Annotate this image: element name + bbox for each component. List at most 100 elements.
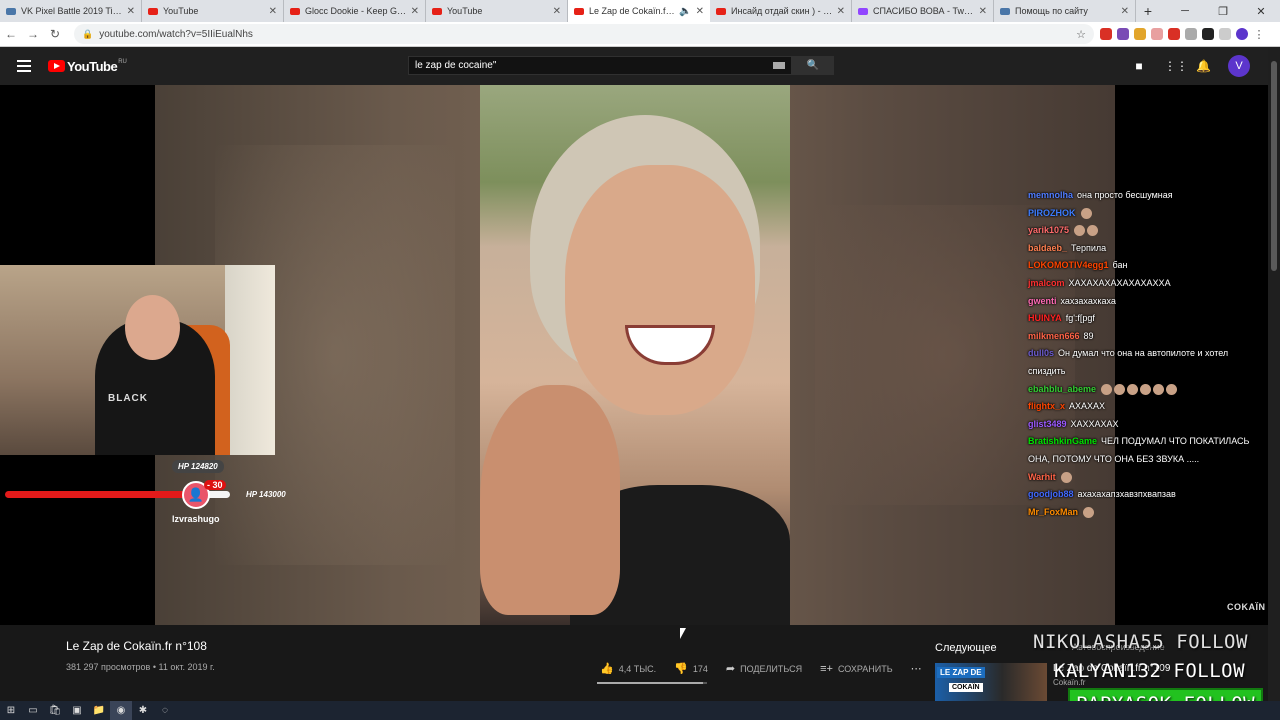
chat-username: ebahblu_abeme: [1028, 383, 1097, 394]
follow-alert: NIKOLASHA55 FOLLOW: [1033, 631, 1248, 653]
scrollbar-thumb[interactable]: [1271, 61, 1277, 271]
page-scrollbar[interactable]: [1268, 47, 1280, 707]
extensions-area: ⋮: [1100, 28, 1265, 41]
share-button[interactable]: ➦ ПОДЕЛИТЬСЯ: [726, 662, 802, 675]
emote-icon: [1114, 383, 1126, 395]
extension-icon[interactable]: [1134, 28, 1146, 40]
browser-tab-strip: VK Pixel Battle 2019 Timela ✕ YouTube ✕ Gl…: [0, 0, 1280, 22]
tab-2[interactable]: Glocc Dookie - Keep Going ✕: [284, 0, 426, 22]
tab-0[interactable]: VK Pixel Battle 2019 Timela ✕: [0, 0, 142, 22]
close-icon[interactable]: ✕: [127, 6, 135, 17]
youtube-favicon-icon: [148, 7, 158, 15]
chat-username: Mr_FoxMan: [1028, 506, 1079, 517]
youtube-logo[interactable]: YouTube RU: [48, 59, 127, 74]
notifications-bell-icon[interactable]: 🔔: [1196, 59, 1211, 73]
more-actions-button[interactable]: ⋯: [911, 662, 927, 675]
lock-icon[interactable]: 🔒: [82, 29, 93, 40]
bookmark-star-icon[interactable]: ☆: [1076, 28, 1086, 41]
url-field[interactable]: 🔒 youtube.com/watch?v=5IIiEualNhs ☆: [74, 24, 1094, 44]
share-icon: ➦: [725, 663, 736, 675]
close-icon[interactable]: ✕: [979, 6, 987, 17]
chat-username: milkmen666: [1028, 330, 1080, 341]
hp-bar-fill: [5, 491, 205, 498]
chat-username: yarik1075: [1028, 225, 1070, 236]
tab-label: YouTube: [163, 6, 199, 16]
keyboard-icon[interactable]: [773, 62, 785, 69]
extension-icon[interactable]: [1185, 28, 1197, 40]
search-button[interactable]: 🔍: [792, 56, 834, 75]
extension-icon[interactable]: [1117, 28, 1129, 40]
task-view-icon[interactable]: ▭: [22, 701, 44, 720]
chat-overlay: memnolha она просто бесшумная PIROZHOK yari…: [1028, 187, 1268, 521]
menu-kebab-icon[interactable]: ⋮: [1253, 28, 1265, 41]
thumbs-down-icon: 👎: [674, 663, 688, 675]
close-icon[interactable]: ✕: [1121, 6, 1129, 17]
minimize-icon[interactable]: ─: [1166, 0, 1204, 22]
create-video-icon[interactable]: ■: [1132, 59, 1146, 73]
emote-icon: [1153, 383, 1165, 395]
new-tab-button[interactable]: +: [1136, 0, 1160, 22]
like-button[interactable]: 👍 4,4 ТЫС.: [600, 662, 656, 675]
start-icon[interactable]: ⊞: [0, 701, 22, 720]
video-content: [565, 165, 755, 415]
chat-message: gwenti хахзахахкаха: [1028, 293, 1268, 311]
youtube-play-icon: [48, 60, 65, 72]
tab-1[interactable]: YouTube ✕: [142, 0, 284, 22]
video-meta: 381 297 просмотров • 11 окт. 2019 г.: [66, 662, 215, 672]
close-window-icon[interactable]: ✕: [1242, 0, 1280, 22]
up-next-thumbnail[interactable]: LE ZAP DE COKAÏN: [935, 663, 1047, 701]
tab-4-active[interactable]: Le Zap de Cokaïn.fr n°1 🔈 ✕: [568, 0, 710, 22]
app-icon[interactable]: ✱: [132, 701, 154, 720]
extension-icon[interactable]: [1168, 28, 1180, 40]
windows-taskbar: ⊞ ▭ 🛍 ▣ 📁 ◉ ✱ ◌: [0, 701, 1280, 720]
forward-icon[interactable]: →: [22, 23, 44, 45]
account-avatar[interactable]: V: [1228, 55, 1250, 77]
youtube-favicon-icon: [716, 7, 726, 15]
dislike-button[interactable]: 👎 174: [674, 662, 708, 675]
file-explorer-icon[interactable]: 📁: [88, 701, 110, 720]
header-actions: ■ ⋮⋮ 🔔 V: [1132, 55, 1250, 77]
follow-alert: KALYAN132 FOLLOW: [1054, 660, 1246, 682]
close-icon[interactable]: ✕: [696, 6, 704, 17]
chat-message: jmalcom ХАХАХАХАХАХАХАХХА: [1028, 275, 1268, 293]
speaker-icon[interactable]: 🔈: [679, 6, 691, 17]
like-ratio-fill: [597, 682, 703, 684]
search-input[interactable]: le zap de cocaine": [408, 56, 792, 75]
app-icon[interactable]: ◌: [154, 701, 176, 720]
webcam-shirt-text: BLACK: [108, 393, 148, 404]
profile-avatar-icon[interactable]: [1236, 28, 1248, 40]
tab-3[interactable]: YouTube ✕: [426, 0, 568, 22]
extension-icon[interactable]: [1151, 28, 1163, 40]
extension-icon[interactable]: [1100, 28, 1112, 40]
restore-icon[interactable]: ❐: [1204, 0, 1242, 22]
hamburger-menu-icon[interactable]: [17, 60, 31, 72]
video-actions: 👍 4,4 ТЫС. 👎 174 ➦ ПОДЕЛИТЬСЯ ≡+ СОХРАНИТЬ ⋯: [600, 662, 945, 676]
close-icon[interactable]: ✕: [553, 6, 561, 17]
streamer-webcam: BLACK: [0, 265, 275, 455]
close-icon[interactable]: ✕: [837, 6, 845, 17]
tab-7[interactable]: Помощь по сайту ✕: [994, 0, 1136, 22]
chat-username: baldaeb_: [1028, 242, 1068, 253]
url-text: youtube.com/watch?v=5IIiEualNhs: [99, 28, 253, 40]
back-icon[interactable]: ←: [0, 23, 22, 45]
apps-grid-icon[interactable]: ⋮⋮: [1164, 59, 1188, 73]
reload-icon[interactable]: ↻: [44, 23, 66, 45]
video-player[interactable]: COKAÏN BLACK HP 124820 👤 - 30 HP 143000 …: [0, 85, 1268, 625]
extension-icon[interactable]: [1219, 28, 1231, 40]
save-button[interactable]: ≡+ СОХРАНИТЬ: [820, 663, 893, 675]
app-icon[interactable]: ▣: [66, 701, 88, 720]
extension-icon[interactable]: [1202, 28, 1214, 40]
chat-message: BratishkinGame ЧЕЛ ПОДУМАЛ ЧТО ПОКАТИЛАСЬ…: [1028, 433, 1268, 468]
chat-message: Warhit: [1028, 469, 1268, 487]
thumb-text: COKAÏN: [949, 683, 983, 692]
close-icon[interactable]: ✕: [411, 6, 419, 17]
tab-5[interactable]: Инсайд отдай скин ) - You ✕: [710, 0, 852, 22]
tab-label: Le Zap de Cokaïn.fr n°1: [589, 6, 676, 16]
chrome-icon[interactable]: ◉: [110, 701, 132, 720]
emote-icon: [1060, 471, 1072, 483]
close-icon[interactable]: ✕: [269, 6, 277, 17]
chat-text: Терпила: [1071, 242, 1107, 253]
store-icon[interactable]: 🛍: [44, 701, 66, 720]
chat-username: memnolha: [1028, 190, 1074, 200]
tab-6[interactable]: СПАСИБО ВОВА - Twitch ✕: [852, 0, 994, 22]
